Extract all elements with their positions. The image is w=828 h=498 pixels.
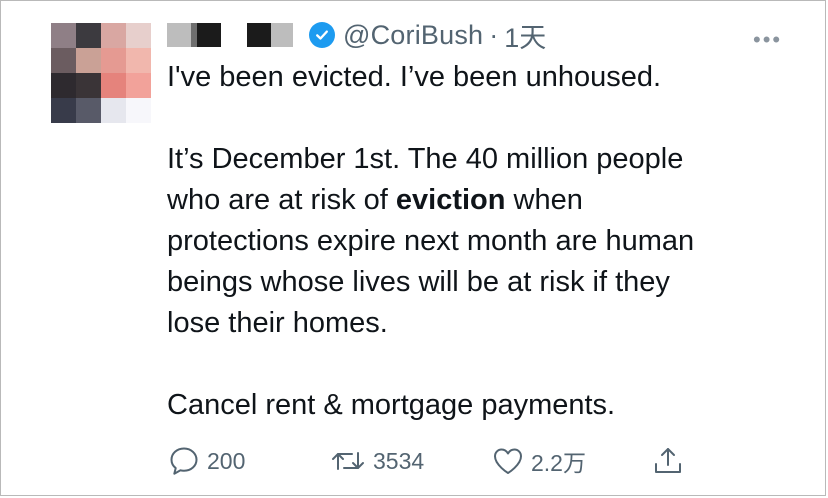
reply-count: 200 [207,447,246,474]
tweet-text: I've been evicted. I’ve been unhoused. I… [167,57,807,426]
like-button[interactable]: 2.2万 [491,441,586,481]
retweet-button[interactable]: 3534 [329,441,424,481]
timestamp[interactable]: 1天 [504,16,546,55]
heart-icon [491,444,525,478]
tweet-line: lose their homes. [167,307,388,339]
tweet-line: who are at risk of eviction when [167,180,807,221]
display-name-obscured[interactable] [167,23,293,47]
retweet-icon [329,444,367,478]
tweet-line: It’s December 1st. The 40 million people [167,143,684,175]
tweet-line: protections expire next month are human [167,225,695,257]
tweet-line: Cancel rent & mortgage payments. [167,389,616,421]
separator-dot: · [489,19,499,50]
more-options-icon[interactable]: ••• [753,27,782,53]
reply-button[interactable]: 200 [167,441,245,481]
tweet-line: beings whose lives will be at risk if th… [167,266,670,298]
tweet-line: I've been evicted. I’ve been unhoused. [167,61,662,93]
verified-badge-icon [309,22,335,48]
like-count: 2.2万 [531,450,586,476]
tweet-card: @CoriBush · 1天 ••• I've been evicted. I’… [0,0,826,496]
tweet-text-segment: who are at risk of [167,184,396,216]
share-icon [651,444,685,478]
retweet-count: 3534 [373,447,425,474]
avatar[interactable] [51,23,151,123]
highlighted-keyword[interactable]: eviction [396,184,506,216]
tweet-text-segment: when [505,184,583,216]
reply-icon [167,444,201,478]
tweet-header: @CoriBush · 1天 [167,17,546,53]
action-bar: 200 3534 2.2万 [167,441,727,481]
share-button[interactable] [651,441,685,481]
user-handle[interactable]: @CoriBush [343,20,483,51]
